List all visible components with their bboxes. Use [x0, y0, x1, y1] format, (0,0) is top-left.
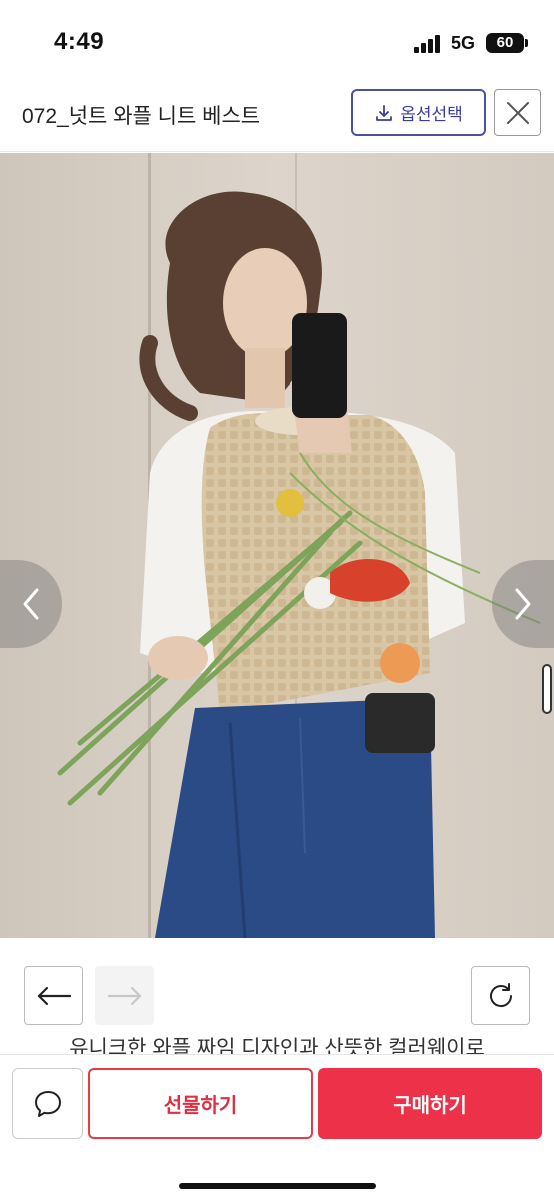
product-title: 072_넛트 와플 니트 베스트 [22, 105, 261, 128]
bottom-action-bar: 선물하기 구매하기 [0, 1054, 554, 1200]
chat-bubble-icon [34, 1090, 61, 1117]
refresh-button[interactable] [471, 966, 530, 1025]
home-indicator [179, 1183, 376, 1189]
back-button[interactable] [24, 966, 83, 1025]
status-time: 4:49 [54, 28, 105, 55]
chevron-left-icon [23, 588, 39, 620]
product-header: 072_넛트 와플 니트 베스트 옵션선택 [0, 80, 554, 152]
battery-icon: 60 [486, 33, 524, 53]
close-icon [506, 101, 529, 124]
buy-button[interactable]: 구매하기 [318, 1068, 542, 1139]
product-photo [0, 153, 554, 938]
product-photo-illustration [0, 153, 554, 938]
forward-button [95, 966, 154, 1025]
gift-button[interactable]: 선물하기 [88, 1068, 313, 1139]
battery-cap [525, 39, 528, 47]
arrow-right-icon [107, 986, 141, 1005]
scrollbar-handle[interactable] [542, 664, 552, 714]
chat-button[interactable] [12, 1068, 83, 1139]
signal-strength-icon [414, 35, 442, 53]
network-type: 5G [451, 33, 476, 53]
option-select-button[interactable]: 옵션선택 [351, 89, 486, 136]
refresh-icon [489, 982, 512, 1007]
close-button[interactable] [494, 89, 541, 136]
status-bar: 4:49 5G 60 [0, 0, 554, 80]
arrow-left-icon [37, 986, 71, 1005]
option-select-label: 옵션선택 [400, 105, 463, 124]
download-icon [376, 104, 393, 121]
chevron-right-icon [515, 588, 531, 620]
